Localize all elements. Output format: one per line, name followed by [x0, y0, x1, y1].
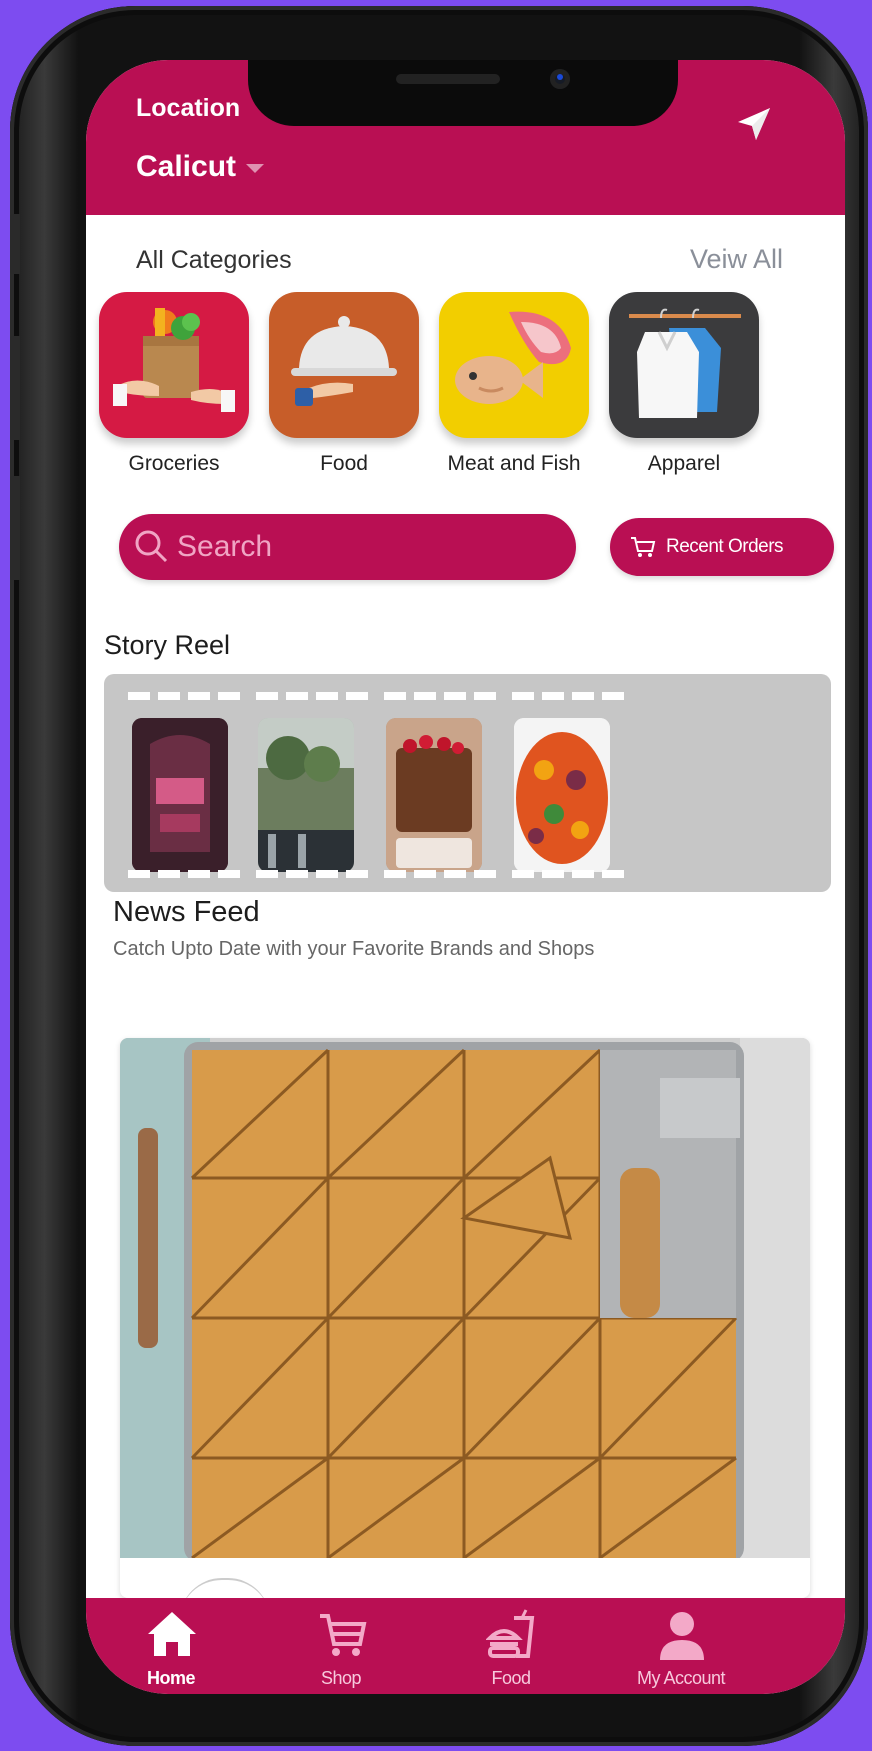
category-apparel[interactable]: Apparel	[609, 292, 759, 476]
bottom-nav: Home Shop Food My Account	[86, 1598, 845, 1694]
story-cake[interactable]	[386, 718, 482, 872]
nav-home[interactable]: Home	[86, 1598, 256, 1694]
nav-food[interactable]: Food	[426, 1598, 596, 1694]
front-camera	[550, 69, 570, 89]
phone-frame: Location Calicut All Categories Veiw All	[10, 6, 868, 1746]
city-name: Calicut	[136, 150, 237, 183]
news-feed-post[interactable]	[120, 1038, 810, 1598]
city-selector[interactable]: Calicut	[136, 150, 265, 184]
view-all-link[interactable]: Veiw All	[690, 244, 783, 275]
recent-orders-label: Recent Orders	[666, 536, 784, 557]
post-image	[120, 1038, 810, 1558]
nav-shop[interactable]: Shop	[256, 1598, 426, 1694]
food-cloche-icon	[269, 292, 419, 438]
user-icon	[660, 1612, 704, 1660]
location-label: Location	[136, 94, 241, 122]
home-icon	[148, 1612, 196, 1656]
groceries-icon	[99, 292, 249, 438]
news-feed-title: News Feed	[113, 896, 260, 928]
film-perforation-top	[128, 692, 648, 700]
volume-down-button	[10, 476, 20, 580]
category-food[interactable]: Food	[269, 292, 419, 476]
story-reel-title: Story Reel	[104, 630, 231, 660]
avatar	[180, 1578, 270, 1598]
category-label: Apparel	[647, 452, 721, 475]
device-notch	[248, 60, 678, 126]
nav-label: Food	[491, 1668, 531, 1688]
story-reel	[104, 674, 831, 892]
burger-drink-icon	[486, 1609, 535, 1658]
volume-up-button	[10, 336, 20, 440]
film-perforation-bottom	[128, 870, 648, 878]
cart-icon	[631, 537, 656, 557]
nav-label: Shop	[320, 1668, 362, 1688]
search-placeholder: Search	[177, 530, 273, 563]
category-groceries[interactable]: Groceries	[99, 292, 249, 476]
silent-switch	[10, 214, 20, 274]
categories-title: All Categories	[136, 246, 292, 274]
story-poster[interactable]	[132, 718, 228, 872]
news-feed-subtitle: Catch Upto Date with your Favorite Brand…	[113, 938, 595, 960]
category-label: Meat and Fish	[447, 452, 581, 475]
meat-fish-icon	[439, 292, 589, 438]
nav-label: My Account	[636, 1668, 726, 1688]
story-trees[interactable]	[258, 718, 354, 872]
nav-label: Home	[146, 1668, 196, 1688]
chevron-down-icon	[246, 163, 265, 173]
nav-my-account[interactable]: My Account	[596, 1598, 766, 1694]
recent-orders-button[interactable]: Recent Orders	[610, 518, 834, 576]
app-screen: Location Calicut All Categories Veiw All	[86, 60, 845, 1694]
search-input[interactable]: Search	[119, 514, 576, 580]
apparel-icon	[609, 292, 759, 438]
category-label: Food	[320, 452, 368, 475]
send-location-icon[interactable]	[734, 104, 774, 144]
speaker-grille	[396, 74, 500, 84]
category-meat-fish[interactable]: Meat and Fish	[439, 292, 589, 476]
category-label: Groceries	[128, 452, 220, 475]
search-icon	[135, 530, 168, 563]
cart-icon	[320, 1614, 367, 1656]
story-salad[interactable]	[514, 718, 610, 872]
